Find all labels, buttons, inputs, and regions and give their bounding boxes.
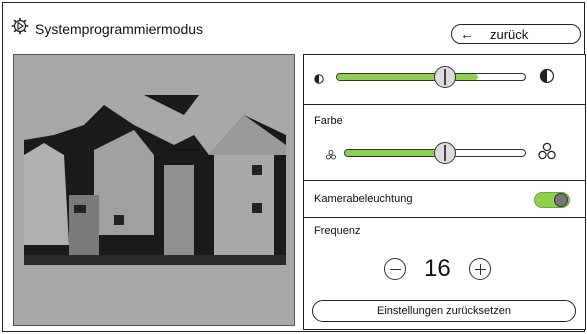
frequency-label: Frequenz [314, 225, 361, 237]
color-slider-thumb[interactable] [434, 142, 456, 164]
settings-panel: Farbe Kamerabeleuchtung Frequenz 16 Eins… [303, 54, 586, 330]
frequency-increase-button[interactable] [468, 258, 491, 280]
frequency-decrease-button[interactable] [384, 258, 406, 280]
title-area: Systemprogrammiermodus [11, 17, 203, 40]
page-title: Systemprogrammiermodus [35, 20, 204, 37]
illumination-section: Kamerabeleuchtung Frequenz 16 Einstellun… [304, 181, 585, 329]
contrast-low-icon [314, 71, 324, 89]
color-low-icon [326, 147, 336, 165]
frequency-value: 16 [424, 255, 451, 282]
contrast-high-icon [539, 68, 555, 89]
app-window: Systemprogrammiermodus ← zurück Farbe Ka… [2, 2, 586, 332]
divider [304, 217, 585, 218]
contrast-slider-thumb[interactable] [434, 66, 456, 88]
camera-image [24, 95, 286, 265]
color-section: Farbe [304, 105, 585, 181]
camera-preview [13, 54, 295, 326]
illumination-label: Kamerabeleuchtung [314, 193, 413, 205]
contrast-slider-fill [337, 74, 478, 80]
back-button-label: zurück [490, 26, 529, 42]
illumination-toggle[interactable] [534, 192, 570, 208]
gear-icon [11, 17, 29, 40]
color-high-icon [538, 142, 556, 165]
contrast-section [304, 55, 585, 105]
color-label: Farbe [314, 115, 343, 127]
reset-settings-button[interactable]: Einstellungen zurücksetzen [312, 300, 576, 322]
contrast-slider[interactable] [336, 73, 526, 81]
arrow-left-icon: ← [460, 26, 474, 42]
color-slider-fill [345, 150, 435, 156]
illumination-toggle-knob [554, 193, 568, 207]
header: Systemprogrammiermodus ← zurück [3, 3, 584, 47]
back-button[interactable]: ← zurück [451, 24, 581, 44]
frequency-stepper: 16 [384, 255, 491, 283]
